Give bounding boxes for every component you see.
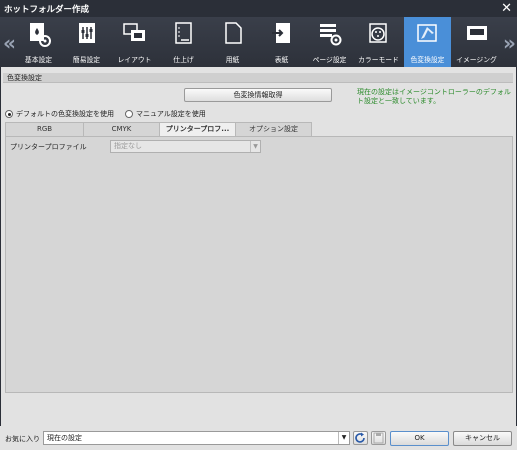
toolbar-item-colormode[interactable]: カラーモード <box>355 17 402 67</box>
radio-manual-indicator[interactable] <box>125 110 133 118</box>
toolbar-item-finishing[interactable]: 仕上げ <box>160 17 207 67</box>
toolbar-label: 基本設定 <box>24 56 53 64</box>
window-titlebar: ホットフォルダー作成 ✕ <box>0 0 517 17</box>
toolbar-label: イメージング <box>456 56 497 64</box>
toolbar-item-basic[interactable]: 基本設定 <box>15 17 62 67</box>
toolbar-item-colorconversion[interactable]: 色変換設定 <box>404 17 451 67</box>
toolbar-item-paper[interactable]: 用紙 <box>209 17 256 67</box>
tab-cmyk[interactable]: CMYK <box>83 122 160 136</box>
tab-panel: プリンタープロファイル 指定なし ▼ <box>5 136 513 393</box>
toolbar-label: ページ設定 <box>312 56 347 64</box>
toolbar-item-simple[interactable]: 簡易設定 <box>63 17 110 67</box>
layout-icon <box>123 23 145 41</box>
toolbar-item-cover[interactable]: 表紙 <box>258 17 305 67</box>
refresh-button[interactable] <box>353 431 368 445</box>
favorites-value: 現在の設定 <box>47 434 82 442</box>
cancel-button[interactable]: キャンセル <box>453 431 512 446</box>
toolbar-item-imaging[interactable]: イメージング <box>453 17 500 67</box>
scroll-left-icon[interactable]: « <box>3 31 16 55</box>
page-setting-gear-icon <box>320 24 342 46</box>
scroll-right-icon[interactable]: » <box>503 31 516 55</box>
section-title: 色変換設定 <box>3 73 513 83</box>
footer: お気に入り 現在の設定 ▼ OK キャンセル <box>0 426 517 450</box>
status-message: 現在の設定はイメージコントローラーのデフォルト設定と一致しています。 <box>357 88 511 105</box>
tab-bar: RGB CMYK プリンタープロフ... オプション設定 <box>5 122 312 136</box>
imaging-icon <box>467 26 487 40</box>
ok-button[interactable]: OK <box>390 431 449 446</box>
radio-manual[interactable]: マニュアル設定を使用 <box>125 109 206 119</box>
refresh-icon <box>355 432 365 443</box>
settings-toolbar: « 基本設定 簡易設定 レイアウト 仕上げ 用紙 表紙 ページ設定 カラーモード… <box>0 17 517 67</box>
favorites-label: お気に入り <box>5 435 40 443</box>
tab-printer-profile[interactable]: プリンタープロフ... <box>159 122 236 136</box>
radio-default-indicator[interactable] <box>5 110 13 118</box>
save-icon <box>373 432 384 444</box>
tab-options[interactable]: オプション設定 <box>235 122 312 136</box>
folder-drop-gear-icon <box>30 23 51 47</box>
tab-rgb[interactable]: RGB <box>5 122 84 136</box>
radio-manual-label: マニュアル設定を使用 <box>136 110 206 118</box>
toolbar-item-page[interactable]: ページ設定 <box>306 17 353 67</box>
toolbar-item-layout[interactable]: レイアウト <box>111 17 158 67</box>
color-conversion-icon <box>417 24 437 42</box>
toolbar-label: 簡易設定 <box>72 56 101 64</box>
toolbar-label: 用紙 <box>225 56 240 64</box>
paper-icon <box>225 22 242 44</box>
finishing-icon <box>175 22 192 44</box>
printer-profile-value: 指定なし <box>114 142 142 150</box>
cover-icon <box>272 23 290 43</box>
get-color-info-button[interactable]: 色変換情報取得 <box>184 88 332 102</box>
color-palette-icon <box>369 23 387 43</box>
toolbar-label: 色変換設定 <box>410 56 445 64</box>
printer-profile-label: プリンタープロファイル <box>10 143 87 151</box>
chevron-down-icon: ▼ <box>338 432 349 444</box>
toolbar-label: 表紙 <box>274 56 289 64</box>
save-favorite-button[interactable] <box>371 431 386 445</box>
toolbar-label: 仕上げ <box>173 56 194 64</box>
printer-profile-select[interactable]: 指定なし ▼ <box>110 140 261 153</box>
radio-default[interactable]: デフォルトの色変換設定を使用 <box>5 109 114 119</box>
sliders-icon <box>79 23 95 43</box>
main-content: 色変換設定 色変換情報取得 現在の設定はイメージコントローラーのデフォルト設定と… <box>1 67 516 426</box>
chevron-down-icon: ▼ <box>250 141 260 152</box>
favorites-select[interactable]: 現在の設定 ▼ <box>43 431 350 445</box>
toolbar-label: レイアウト <box>117 56 152 64</box>
close-icon[interactable]: ✕ <box>501 1 512 16</box>
toolbar-label: カラーモード <box>358 56 399 64</box>
window-title: ホットフォルダー作成 <box>4 5 90 15</box>
radio-default-label: デフォルトの色変換設定を使用 <box>16 110 114 118</box>
